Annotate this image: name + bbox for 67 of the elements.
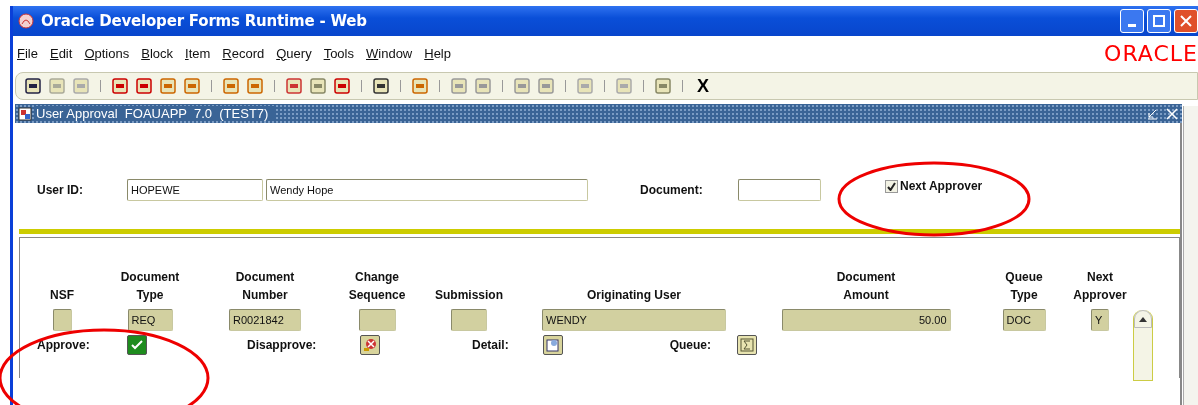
field-label: User ID: — [37, 183, 84, 197]
up-arrow-icon — [1139, 316, 1147, 322]
minimize-button[interactable] — [1120, 9, 1144, 33]
column-header: Next Approver — [1073, 269, 1127, 304]
checkmark-icon — [130, 338, 144, 352]
document-icon — [546, 338, 560, 352]
field-label: Document: — [640, 183, 704, 197]
input-field[interactable]: HOPEWE — [127, 179, 263, 201]
form-title: User Approval FOAUAPP 7.0 (TEST7) — [36, 106, 275, 121]
minimize-icon — [1128, 23, 1136, 27]
record-field[interactable] — [451, 309, 487, 331]
maximize-icon — [1153, 15, 1165, 27]
input-field[interactable]: Wendy Hope — [266, 179, 588, 201]
toolbar-icon[interactable] — [372, 77, 390, 95]
record-field[interactable]: R0021842 — [229, 309, 301, 331]
record-field[interactable]: 50.00 — [781, 309, 951, 331]
action-label: Approve: — [37, 338, 91, 352]
app-icon — [17, 12, 35, 30]
record-field[interactable]: WENDY — [542, 309, 726, 331]
checkbox-label: Next Approver — [900, 179, 983, 193]
column-header: Change Sequence — [348, 269, 406, 304]
column-header: Submission — [435, 287, 503, 304]
minimize-icon[interactable] — [1146, 107, 1158, 120]
column-header: Document Amount — [836, 269, 896, 304]
menu-item[interactable]: Query — [276, 45, 312, 61]
toolbar-icon[interactable] — [24, 77, 42, 95]
menu-item[interactable]: Options — [84, 45, 130, 61]
form-icon — [18, 106, 32, 121]
menu-item[interactable]: Tools — [323, 45, 354, 61]
logo: ORACLE — [1104, 40, 1198, 66]
scrollbar[interactable] — [1133, 310, 1153, 381]
column-header: Document Number — [235, 269, 295, 304]
action-label: Disapprove: — [247, 338, 318, 352]
window-title: Oracle Developer Forms Runtime - Web — [41, 12, 367, 30]
record-field[interactable]: DOC — [1002, 309, 1046, 331]
input-field[interactable] — [738, 179, 821, 201]
menu-item[interactable]: Window — [366, 45, 413, 61]
action-label: Queue: — [669, 338, 711, 352]
detail-button[interactable] — [543, 335, 563, 355]
record-field[interactable]: Y — [1091, 309, 1109, 331]
menu-item[interactable]: Help — [424, 45, 451, 61]
menu-item[interactable]: Record — [222, 45, 265, 61]
sigma-icon — [740, 338, 754, 352]
approve-button[interactable] — [127, 335, 147, 355]
column-header: NSF — [50, 287, 74, 304]
queue-button[interactable] — [737, 335, 757, 355]
column-header: Queue Type — [1005, 269, 1043, 304]
menu-item[interactable]: Edit — [49, 45, 73, 61]
cross-circle-icon — [363, 338, 377, 352]
close-icon — [1180, 15, 1192, 27]
menu-item[interactable]: File — [17, 45, 38, 61]
exit-button[interactable]: X — [697, 75, 709, 97]
menu-item[interactable]: Item — [185, 45, 211, 61]
menu-item[interactable]: Block — [141, 45, 173, 61]
disapprove-button[interactable] — [360, 335, 380, 355]
checkbox[interactable] — [885, 179, 898, 193]
maximize-button[interactable] — [1147, 9, 1171, 33]
close-icon[interactable] — [1166, 107, 1178, 120]
record-field[interactable] — [358, 309, 396, 331]
record-field[interactable] — [52, 309, 72, 331]
column-header: Originating User — [587, 287, 681, 304]
window-scrollbar[interactable] — [1183, 106, 1198, 405]
column-header: Document Type — [120, 269, 180, 304]
record-field[interactable]: REQ — [127, 309, 173, 331]
action-label: Detail: — [472, 338, 510, 352]
close-button[interactable] — [1174, 9, 1198, 33]
checkmark-icon — [887, 181, 896, 191]
